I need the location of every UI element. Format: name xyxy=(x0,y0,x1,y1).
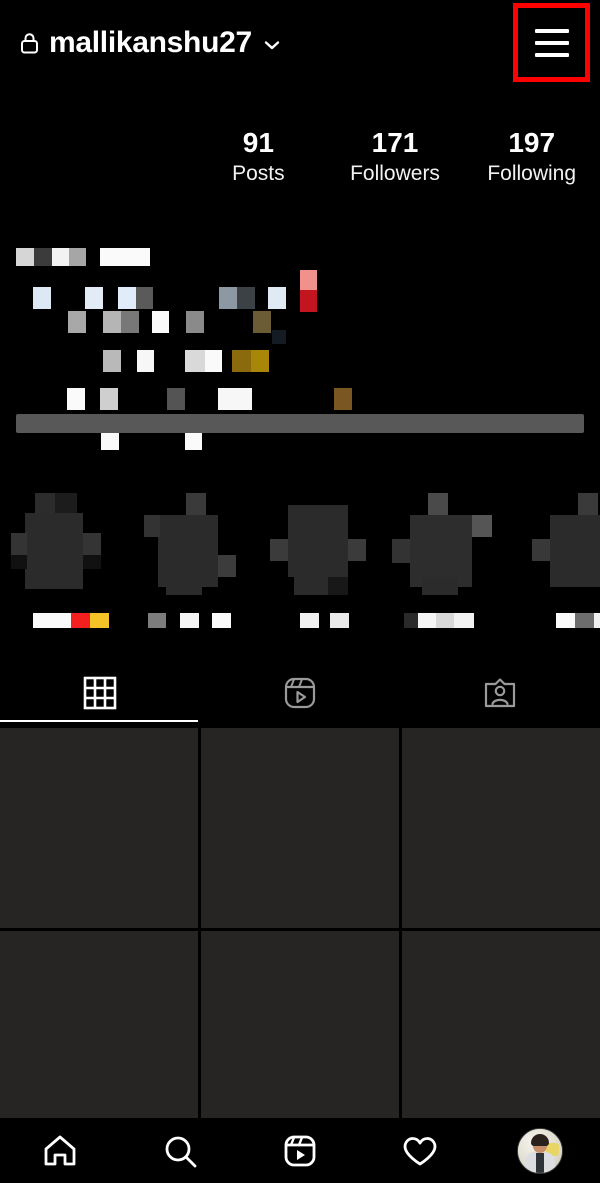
reels-icon xyxy=(284,1135,316,1166)
grid-post-cell[interactable] xyxy=(0,728,198,928)
highlight-thumbnail xyxy=(264,493,374,601)
tagged-person-icon xyxy=(484,678,516,708)
tab-tagged[interactable] xyxy=(400,662,600,724)
nav-activity[interactable] xyxy=(360,1131,480,1171)
heart-icon xyxy=(403,1136,437,1165)
bio-subline-block-1 xyxy=(101,433,119,450)
posts-count: 91 xyxy=(242,127,274,158)
highlight-label-censored xyxy=(384,613,512,628)
posts-grid xyxy=(0,728,600,1118)
active-tab-underline xyxy=(0,720,198,722)
nav-search[interactable] xyxy=(120,1131,240,1171)
following-label: Following xyxy=(487,162,577,185)
grid-post-cell[interactable] xyxy=(0,931,198,1118)
bottom-navigation-bar xyxy=(0,1118,600,1183)
nav-home[interactable] xyxy=(0,1131,120,1171)
story-highlight-3[interactable] xyxy=(256,480,384,640)
story-highlight-1[interactable] xyxy=(3,480,131,640)
grid-post-cell[interactable] xyxy=(402,931,600,1118)
profile-stats: 91 Posts 171 Followers 197 Following xyxy=(190,126,600,188)
story-highlights-row xyxy=(0,480,600,640)
nav-profile[interactable] xyxy=(480,1127,600,1174)
hamburger-menu-icon xyxy=(534,28,569,57)
stat-following[interactable]: 197 Following xyxy=(463,126,600,188)
nav-reels[interactable] xyxy=(240,1131,360,1171)
story-highlight-4[interactable] xyxy=(384,480,512,640)
grid-post-cell[interactable] xyxy=(201,728,399,928)
grid-post-cell[interactable] xyxy=(201,931,399,1118)
profile-bio-censored xyxy=(0,230,600,410)
reels-icon xyxy=(284,677,316,709)
story-highlight-2[interactable] xyxy=(128,480,256,640)
highlight-label-censored xyxy=(256,613,384,628)
lock-icon xyxy=(21,33,38,54)
profile-header: mallikanshu27 xyxy=(0,0,600,86)
highlight-label-censored xyxy=(512,613,600,628)
grid-icon xyxy=(83,676,117,710)
highlight-thumbnail xyxy=(520,493,600,601)
posts-label: Posts xyxy=(232,162,285,185)
followers-count: 171 xyxy=(371,127,419,158)
stat-followers[interactable]: 171 Followers xyxy=(327,126,464,188)
highlight-label-censored xyxy=(3,613,131,628)
highlight-label-censored xyxy=(128,613,256,628)
bio-subline-block-2 xyxy=(185,433,202,450)
highlight-thumbnail xyxy=(392,493,502,601)
highlight-thumbnail xyxy=(11,493,121,601)
stat-posts[interactable]: 91 Posts xyxy=(190,126,327,188)
tab-grid[interactable] xyxy=(0,662,200,724)
search-icon xyxy=(165,1136,197,1167)
chevron-down-icon[interactable] xyxy=(262,35,282,55)
story-highlight-5[interactable] xyxy=(512,480,600,640)
grid-post-cell[interactable] xyxy=(402,728,600,928)
following-count: 197 xyxy=(508,127,556,158)
profile-avatar xyxy=(517,1127,563,1174)
edit-profile-button-censored[interactable] xyxy=(16,414,584,433)
home-icon xyxy=(44,1135,76,1165)
highlight-thumbnail xyxy=(136,493,246,601)
profile-tabs xyxy=(0,662,600,724)
followers-label: Followers xyxy=(350,162,440,185)
hamburger-menu-button[interactable] xyxy=(513,3,590,82)
username-group[interactable]: mallikanshu27 xyxy=(20,28,282,58)
tab-reels[interactable] xyxy=(200,662,400,724)
profile-username: mallikanshu27 xyxy=(49,26,252,59)
